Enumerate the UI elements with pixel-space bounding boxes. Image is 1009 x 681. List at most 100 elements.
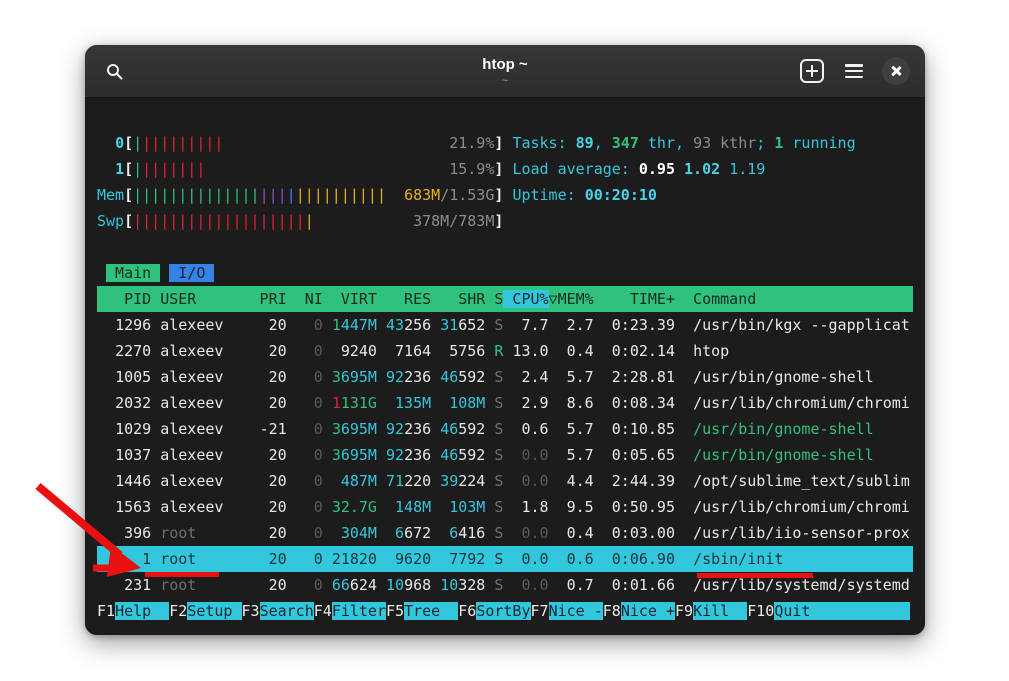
tab-main[interactable]: Main [106,264,160,282]
text-run [440,524,449,542]
fkey-label: F3 [242,602,260,620]
f8-button[interactable]: Nice + [621,602,675,620]
process-row[interactable]: 1037 alexeev 20 0 3695M 92236 46592 S 0.… [97,442,913,468]
text-run: 0.4 [567,342,594,360]
text-run: /usr/bin/kgx --gapplicat [693,316,910,334]
f5-button[interactable]: Tree [404,602,458,620]
text-run [223,472,250,490]
text-run: |||||||||||||| [133,186,259,204]
text-run: 3 [332,446,341,464]
text-run [594,524,603,542]
f2-button[interactable]: Setup [187,602,241,620]
text-run: | [133,134,142,152]
process-row[interactable]: 2270 alexeev 20 0 9240 7164 5756 R 13.0 … [97,338,913,364]
text-run [97,160,115,178]
text-run [558,316,567,334]
process-row[interactable]: 1296 alexeev 20 0 1447M 43256 31652 S 7.… [97,312,913,338]
text-run [151,498,160,516]
text-run: 10 [386,576,404,594]
text-run [549,446,558,464]
search-button[interactable] [97,54,131,88]
text-run: 1029 [115,420,151,438]
text-run: 1446 [115,472,151,490]
text-run [287,550,296,568]
f6-button[interactable]: SortBy [476,602,530,620]
process-row[interactable]: 1563 alexeev 20 0 32.7G 148M 103M S 1.8 … [97,494,913,520]
text-run: 0.95 [639,160,684,178]
process-row[interactable]: 1 root 20 0 21820 9620 7792 S 0.0 0.6 0:… [97,546,913,572]
text-run [558,472,567,490]
text-run [440,342,449,360]
text-run [603,472,612,490]
text-run: 0:02.14 [612,342,675,360]
f10-button[interactable]: Quit [774,602,810,620]
text-run: 20 [269,498,287,516]
text-run [151,394,160,412]
text-run: ▽ [549,290,558,308]
text-run [558,498,567,516]
text-run [594,472,603,490]
terminal-screen[interactable]: 0[|||||||||| 21.9%] Tasks: 89, 347 thr, … [85,98,925,635]
annotation-underline-2 [697,573,813,578]
text-run [251,550,260,568]
text-run: 592 [458,420,485,438]
text-run [675,420,693,438]
text-run [287,316,296,334]
text-run: 39 [440,472,458,490]
text-run: thr, [639,134,693,152]
process-row[interactable]: 1029 alexeev -21 0 3695M 92236 46592 S 0… [97,416,913,442]
f7-button[interactable]: Nice - [549,602,603,620]
text-run: 0.0 [521,472,548,490]
screen-tabs: Main I/O [97,260,913,286]
f9-button[interactable]: Kill [693,602,747,620]
menu-button[interactable] [837,54,871,88]
text-run [223,446,250,464]
process-row[interactable]: 1446 alexeev 20 0 487M 71220 39224 S 0.0… [97,468,913,494]
close-button[interactable] [879,54,913,88]
text-run: 304M [341,524,377,542]
text-run [97,342,115,360]
text-run [377,316,386,334]
text-run [431,420,440,438]
text-run: 0:08.34 [612,394,675,412]
text-run [675,576,693,594]
process-row[interactable]: 1005 alexeev 20 0 3695M 92236 46592 S 2.… [97,364,913,390]
text-run [97,264,106,282]
text-run: 256 [404,316,431,334]
text-run: 20 [269,472,287,490]
process-row[interactable]: 2032 alexeev 20 0 1131G 135M 108M S 2.9 … [97,390,913,416]
text-run: 9620 [395,550,431,568]
text-run: 8.6 [567,394,594,412]
f4-button[interactable]: Filter [332,602,386,620]
text-run: 592 [458,368,485,386]
text-run: 378M/783M [413,212,494,230]
text-run: 0 [314,342,323,360]
desktop-background: { "palette": { "accent_cyan": "#33c7de",… [0,0,1009,681]
text-run: alexeev [160,420,223,438]
meter-line: 1[|||||||| 15.9%] Load average: 0.95 1.0… [97,156,913,182]
menu-icon [845,64,863,78]
text-run [296,472,314,490]
text-run: 20 [269,446,287,464]
text-run: PID USER PRI NI VIRT RES SHR S [97,290,503,308]
text-run: 0.6 [521,420,548,438]
text-run: 15.9% [449,160,494,178]
text-run: 135M [395,394,431,412]
text-run [431,472,440,490]
text-run: 20 [269,316,287,334]
text-run [332,472,341,490]
text-run [323,524,332,542]
process-row[interactable]: 396 root 20 0 304M 6672 6416 S 0.0 0.4 0… [97,520,913,546]
text-run: 0.6 [567,550,594,568]
text-run [323,446,332,464]
new-tab-icon [800,59,824,83]
new-tab-button[interactable] [795,54,829,88]
f1-button[interactable]: Help [115,602,169,620]
text-run [296,420,314,438]
titlebar[interactable]: htop ~ ~ [85,45,925,98]
f3-button[interactable]: Search [260,602,314,620]
tab-io[interactable]: I/O [169,264,214,282]
table-header-row[interactable]: PID USER PRI NI VIRT RES SHR S CPU%▽MEM%… [97,286,913,312]
text-run [223,342,250,360]
text-run: 0 [314,394,323,412]
